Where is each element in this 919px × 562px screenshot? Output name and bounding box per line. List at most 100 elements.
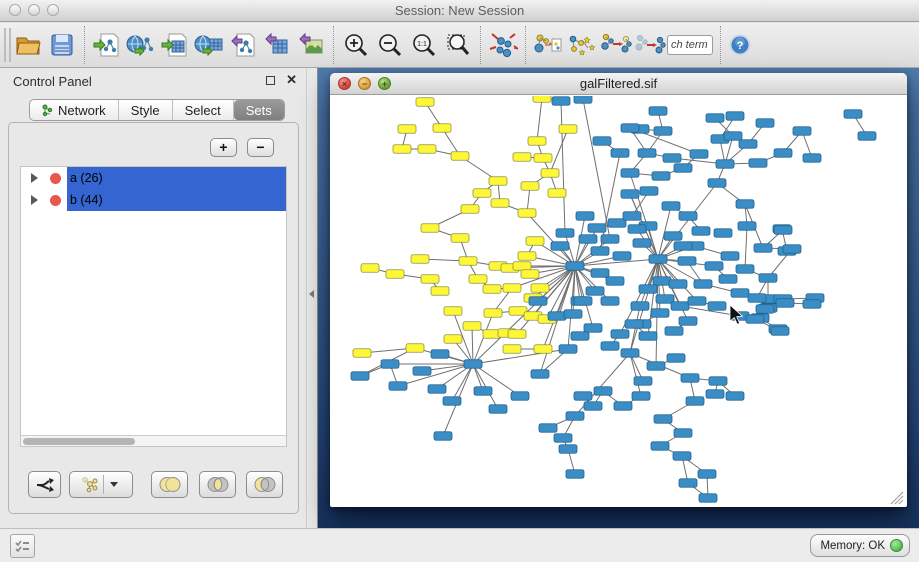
apply-style-button[interactable] — [565, 26, 599, 64]
graph-node-blue[interactable] — [464, 360, 482, 369]
collapse-panel-icon[interactable] — [309, 290, 314, 298]
tab-select[interactable]: Select — [173, 100, 234, 120]
graph-node-blue[interactable] — [699, 494, 717, 503]
graph-node-blue[interactable] — [634, 377, 652, 386]
graph-node-blue[interactable] — [754, 244, 772, 253]
graph-node-blue[interactable] — [803, 300, 821, 309]
graph-node-blue[interactable] — [574, 392, 592, 401]
graph-node-blue[interactable] — [511, 392, 529, 401]
horizontal-scrollbar[interactable] — [21, 435, 286, 446]
graph-node-blue[interactable] — [679, 212, 697, 221]
graph-node-blue[interactable] — [749, 159, 767, 168]
expand-arrow-icon[interactable] — [31, 173, 38, 183]
graph-node-blue[interactable] — [351, 372, 369, 381]
graph-node-blue[interactable] — [716, 160, 734, 169]
graph-node-yellow[interactable] — [411, 255, 429, 264]
graph-node-blue[interactable] — [694, 280, 712, 289]
graph-node-blue[interactable] — [613, 252, 631, 261]
remove-set-button[interactable]: − — [247, 138, 274, 157]
graph-node-yellow[interactable] — [431, 287, 449, 296]
open-session-button[interactable] — [11, 26, 45, 64]
graph-node-yellow[interactable] — [534, 345, 552, 354]
graph-node-yellow[interactable] — [421, 275, 439, 284]
graph-node-blue[interactable] — [708, 302, 726, 311]
graph-node-blue[interactable] — [576, 212, 594, 221]
graph-node-yellow[interactable] — [533, 96, 551, 102]
graph-node-yellow[interactable] — [361, 264, 379, 273]
network-graph[interactable] — [331, 96, 906, 506]
graph-node-yellow[interactable] — [503, 284, 521, 293]
graph-node-yellow[interactable] — [473, 189, 491, 198]
graph-node-yellow[interactable] — [393, 145, 411, 154]
graph-node-blue[interactable] — [756, 119, 774, 128]
graph-node-blue[interactable] — [844, 110, 862, 119]
graph-node-yellow[interactable] — [469, 275, 487, 284]
graph-node-yellow[interactable] — [528, 137, 546, 146]
graph-node-blue[interactable] — [651, 442, 669, 451]
graph-node-blue[interactable] — [719, 275, 737, 284]
graph-node-yellow[interactable] — [463, 322, 481, 331]
apply-layout-button[interactable] — [486, 26, 520, 64]
graph-node-yellow[interactable] — [461, 205, 479, 214]
graph-node-blue[interactable] — [633, 239, 651, 248]
graph-node-blue[interactable] — [771, 327, 789, 336]
difference-sets-button[interactable] — [246, 471, 283, 498]
graph-node-blue[interactable] — [539, 424, 557, 433]
graph-node-yellow[interactable] — [416, 98, 434, 107]
graph-node-blue[interactable] — [584, 402, 602, 411]
graph-node-blue[interactable] — [759, 274, 777, 283]
maximize-view-icon[interactable]: + — [378, 77, 391, 90]
zoom-fit-selected-button[interactable] — [441, 26, 475, 64]
graph-node-blue[interactable] — [674, 164, 692, 173]
graph-node-blue[interactable] — [621, 349, 639, 358]
graph-node-blue[interactable] — [649, 107, 667, 116]
graph-node-blue[interactable] — [566, 470, 584, 479]
graph-node-yellow[interactable] — [508, 330, 526, 339]
graph-node-blue[interactable] — [389, 382, 407, 391]
graph-node-blue[interactable] — [623, 212, 641, 221]
graph-node-blue[interactable] — [625, 320, 643, 329]
set-label[interactable]: a (26) — [67, 167, 286, 189]
graph-node-yellow[interactable] — [451, 234, 469, 243]
graph-node-blue[interactable] — [726, 112, 744, 121]
graph-node-blue[interactable] — [667, 354, 685, 363]
import-network-file-button[interactable] — [90, 26, 124, 64]
import-table-file-button[interactable] — [158, 26, 192, 64]
graph-node-blue[interactable] — [756, 305, 774, 314]
union-sets-button[interactable] — [151, 471, 188, 498]
graph-node-yellow[interactable] — [489, 177, 507, 186]
graph-node-blue[interactable] — [673, 452, 691, 461]
graph-node-blue[interactable] — [669, 280, 687, 289]
graph-node-blue[interactable] — [706, 390, 724, 399]
graph-node-yellow[interactable] — [518, 252, 536, 261]
close-window-icon[interactable] — [9, 4, 21, 16]
graph-node-yellow[interactable] — [353, 349, 371, 358]
graph-node-blue[interactable] — [601, 235, 619, 244]
graph-node-blue[interactable] — [640, 187, 658, 196]
split-set-button[interactable] — [28, 471, 61, 498]
graph-node-blue[interactable] — [638, 149, 656, 158]
graph-node-blue[interactable] — [552, 97, 570, 106]
graph-node-yellow[interactable] — [484, 309, 502, 318]
graph-node-blue[interactable] — [591, 247, 609, 256]
set-row-b[interactable]: b (44) — [21, 189, 286, 211]
graph-node-blue[interactable] — [614, 402, 632, 411]
graph-node-blue[interactable] — [574, 297, 592, 306]
graph-node-blue[interactable] — [559, 345, 577, 354]
network-window[interactable]: × − + galFiltered.sif — [330, 73, 907, 507]
tab-sets[interactable]: Sets — [234, 100, 284, 120]
graph-node-blue[interactable] — [649, 255, 667, 264]
export-table-button[interactable] — [260, 26, 294, 64]
set-row-a[interactable]: a (26) — [21, 167, 286, 189]
graph-node-blue[interactable] — [566, 412, 584, 421]
import-network-url-button[interactable] — [124, 26, 158, 64]
graph-node-blue[interactable] — [653, 277, 671, 286]
graph-node-blue[interactable] — [631, 302, 649, 311]
graph-node-yellow[interactable] — [513, 153, 531, 162]
graph-node-blue[interactable] — [593, 137, 611, 146]
graph-node-blue[interactable] — [621, 169, 639, 178]
graph-node-blue[interactable] — [647, 362, 665, 371]
graph-node-yellow[interactable] — [503, 345, 521, 354]
graph-node-blue[interactable] — [663, 154, 681, 163]
graph-node-blue[interactable] — [381, 360, 399, 369]
